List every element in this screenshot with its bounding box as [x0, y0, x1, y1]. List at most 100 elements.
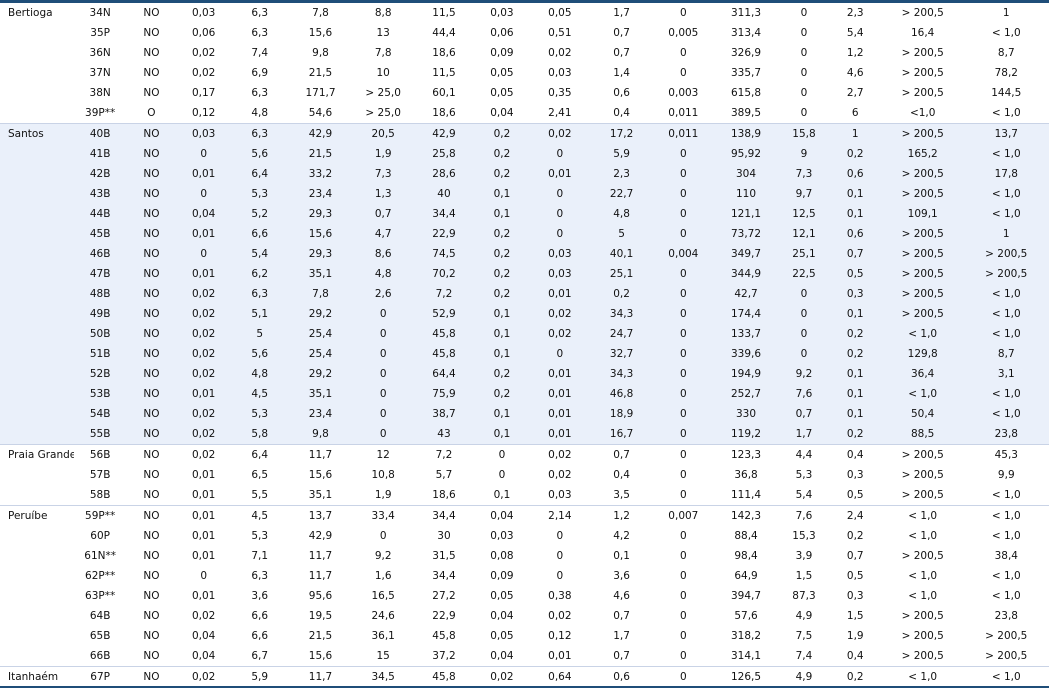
table-cell: 37,2 — [432, 650, 456, 662]
table-cell: 0,01 — [191, 228, 216, 240]
table-cell: 0 — [379, 530, 387, 542]
table-cell: 339,6 — [730, 348, 762, 360]
table-cell: 0 — [679, 268, 687, 280]
table-cell: 0,06 — [490, 27, 514, 39]
table-cell: 0 — [498, 449, 506, 461]
table-cell: 10 — [376, 67, 390, 79]
sample-id: 37N — [89, 67, 111, 79]
table-cell: 0 — [556, 228, 564, 240]
table-row: 39P** O 0,12 4,8 54,6 > 25,0 18,6 0,04 2,41 0,4 0,… — [0, 103, 1049, 123]
table-cell: 29,2 — [308, 368, 333, 380]
sample-id: 43B — [89, 188, 111, 200]
table-cell: > 200,5 — [901, 7, 944, 19]
table-cell: 1,7 — [795, 428, 813, 440]
table-cell: 7,2 — [435, 449, 453, 461]
table-cell: 0 — [800, 67, 808, 79]
table-cell: 1,9 — [846, 630, 864, 642]
table-cell: 12 — [376, 449, 390, 461]
table-cell: 0,1 — [846, 308, 864, 320]
table-cell: 25,1 — [792, 248, 816, 260]
sample-id: 59P** — [85, 510, 116, 522]
table-cell: < 1,0 — [991, 308, 1021, 320]
table-cell: 7,8 — [312, 288, 329, 300]
table-cell: 0 — [679, 208, 687, 220]
table-cell: < 1,0 — [991, 570, 1021, 582]
table-cell: 5,1 — [251, 308, 269, 320]
table-cell: > 200,5 — [901, 449, 944, 461]
table-cell: 60,1 — [432, 87, 456, 99]
table-cell: 0,2 — [493, 148, 511, 160]
table-cell: > 200,5 — [901, 550, 944, 562]
table-cell: NO — [143, 388, 160, 400]
table-cell: 0,12 — [191, 107, 216, 119]
table-cell: 34,5 — [371, 671, 395, 683]
table-cell: 24,7 — [609, 328, 634, 340]
table-cell: 0 — [800, 7, 808, 19]
table-cell: 7,4 — [795, 650, 813, 662]
table-cell: 6,3 — [251, 87, 269, 99]
table-bottom-rule — [0, 686, 1049, 688]
table-cell: 0,2 — [493, 388, 511, 400]
table-cell: 6,3 — [251, 27, 269, 39]
sample-id: 44B — [89, 208, 111, 220]
table-cell: 15,6 — [308, 650, 333, 662]
table-cell: 304 — [736, 168, 757, 180]
table-cell: > 200,5 — [901, 228, 944, 240]
table-cell: 0,01 — [548, 408, 572, 420]
table-cell: 18,6 — [432, 489, 456, 501]
table-cell: 6,3 — [251, 7, 269, 19]
table-cell: 23,8 — [994, 610, 1018, 622]
table-cell: 0,02 — [191, 328, 216, 340]
table-cell: 23,4 — [308, 188, 333, 200]
table-cell: 1,2 — [846, 47, 864, 59]
table-cell: 8,7 — [997, 47, 1015, 59]
table-cell: 0,1 — [493, 328, 511, 340]
table-cell: 0,6 — [613, 671, 630, 683]
table-cell: 0 — [556, 570, 564, 582]
table-cell: 11,7 — [308, 570, 333, 582]
table-cell: 0,04 — [490, 650, 514, 662]
table-cell: 40,1 — [609, 248, 634, 260]
table-cell: 5,3 — [251, 408, 269, 420]
table-cell: < 1,0 — [991, 388, 1021, 400]
table-cell: 42,9 — [308, 128, 333, 140]
table-cell: 42,9 — [308, 530, 333, 542]
table-cell: < 1,0 — [991, 328, 1021, 340]
table-cell: 0,01 — [548, 388, 572, 400]
sample-id: 38N — [89, 87, 111, 99]
table-cell: 0,5 — [846, 489, 864, 501]
table-cell: > 200,5 — [901, 268, 944, 280]
table-cell: 110 — [736, 188, 757, 200]
table-cell: 3,9 — [795, 550, 813, 562]
table-cell: 5,9 — [613, 148, 630, 160]
table-cell: NO — [143, 671, 160, 683]
table-cell: 0 — [556, 348, 564, 360]
table-cell: 0,03 — [191, 7, 216, 19]
sample-id: 36N — [89, 47, 111, 59]
table-cell: O — [147, 107, 156, 119]
table-row: 41B NO 0 5,6 21,5 1,9 25,8 0,2 0 5,9 0 95,92 9 0,2 165… — [0, 144, 1049, 164]
table-cell: 335,7 — [730, 67, 762, 79]
table-cell: 0,38 — [548, 590, 572, 602]
table-cell: < 1,0 — [991, 27, 1021, 39]
table-cell: 25,8 — [432, 148, 456, 160]
table-cell: 1,5 — [846, 610, 864, 622]
table-cell: 0,7 — [846, 550, 864, 562]
table-row: 47B NO 0,01 6,2 35,1 4,8 70,2 0,2 0,03 25,1 0 344,9… — [0, 264, 1049, 284]
table-cell: 0,6 — [846, 168, 864, 180]
table-cell: 165,2 — [907, 148, 938, 160]
table-cell: 0,04 — [191, 208, 216, 220]
table-cell: 0 — [200, 148, 208, 160]
table-cell: 0,4 — [846, 449, 864, 461]
table-cell: 22,7 — [609, 188, 634, 200]
table-cell: 64,9 — [734, 570, 758, 582]
table-cell: 0,7 — [613, 27, 630, 39]
table-cell: 1 — [1002, 228, 1010, 240]
table-cell: 0,01 — [548, 428, 572, 440]
table-cell: 0 — [800, 47, 808, 59]
table-cell: 4,2 — [613, 530, 630, 542]
table-cell: 31,5 — [432, 550, 456, 562]
table-cell: 0,02 — [548, 610, 572, 622]
table-cell: 318,2 — [730, 630, 762, 642]
table-cell: 0,01 — [191, 489, 216, 501]
